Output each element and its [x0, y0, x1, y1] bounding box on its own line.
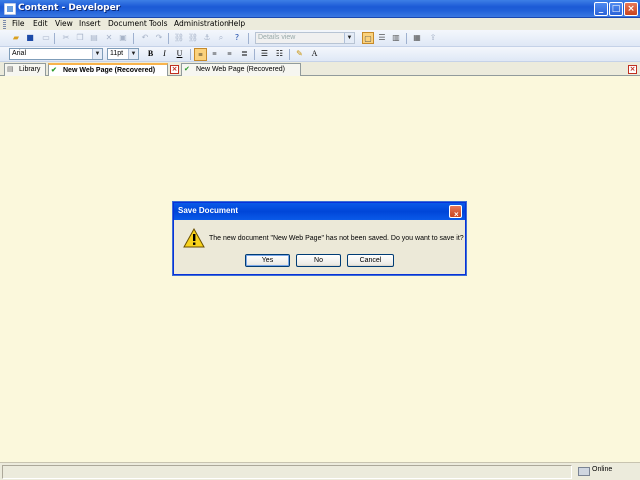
- standard-toolbar: ▰ ■ ▭ ✂ ❐ ▤ ✕ ▣ ↶ ↷ ⛓ ⛓ ⚓ ⌕ ? Details vi…: [0, 30, 640, 47]
- dialog-titlebar: Save Document ×: [174, 203, 465, 220]
- menu-administration[interactable]: Administration: [174, 19, 229, 28]
- copy-icon[interactable]: ❐: [74, 32, 86, 44]
- minimize-button[interactable]: _: [594, 2, 608, 16]
- menu-view[interactable]: View: [55, 19, 73, 28]
- align-center-icon[interactable]: ≡: [208, 48, 221, 61]
- cut-icon[interactable]: ✂: [60, 32, 72, 44]
- chevron-down-icon: ▼: [92, 49, 102, 59]
- toolbar-separator: [168, 33, 169, 44]
- close-icon: ×: [629, 65, 636, 73]
- dialog-close-button[interactable]: ×: [449, 205, 462, 219]
- toolbar-separator: [406, 33, 407, 44]
- font-size-combo[interactable]: 11pt ▼: [107, 48, 139, 60]
- align-left-icon[interactable]: ≡: [194, 48, 207, 61]
- window-title: Content - Developer: [18, 3, 121, 13]
- close-all-tabs-button[interactable]: ×: [628, 65, 637, 74]
- undo-icon[interactable]: ↶: [139, 32, 151, 44]
- document-tabs: ▤ Library ✔ New Web Page (Recovered) × ✔…: [0, 62, 640, 76]
- network-icon: [578, 467, 590, 476]
- save-icon[interactable]: ■: [24, 32, 36, 44]
- status-pane-main: [2, 465, 572, 479]
- highlight-icon[interactable]: ✎: [293, 48, 306, 61]
- toolbar-separator: [248, 33, 249, 44]
- maximize-icon: □: [611, 4, 621, 14]
- window-titlebar: Content - Developer _ □ ×: [0, 0, 640, 18]
- menu-file[interactable]: File: [12, 19, 25, 28]
- status-bar: Online: [0, 462, 640, 480]
- warning-icon: [183, 228, 205, 248]
- cancel-button[interactable]: Cancel: [347, 254, 394, 267]
- font-family-value: Arial: [12, 50, 27, 57]
- close-icon: ×: [454, 210, 459, 219]
- toolbar-separator: [190, 49, 191, 60]
- close-icon: ×: [171, 65, 178, 73]
- tab-new-web-page-2[interactable]: ✔ New Web Page (Recovered): [181, 63, 301, 76]
- view-mode-value: Details view: [258, 34, 296, 41]
- status-online: Online: [592, 466, 613, 473]
- tab-active-label: New Web Page (Recovered): [63, 67, 156, 74]
- dialog-title: Save Document: [178, 206, 239, 215]
- print-icon[interactable]: ▭: [40, 32, 52, 44]
- chevron-down-icon: ▼: [344, 33, 354, 43]
- unlink-icon[interactable]: ⛓: [187, 32, 199, 44]
- font-size-value: 11pt: [110, 50, 124, 57]
- view-mode-combo[interactable]: Details view ▼: [255, 32, 355, 44]
- italic-button[interactable]: I: [158, 48, 171, 61]
- clipboard-icon[interactable]: ▣: [117, 32, 129, 44]
- menu-grip: [3, 20, 6, 29]
- menu-edit[interactable]: Edit: [33, 19, 48, 28]
- yes-button[interactable]: Yes: [245, 254, 290, 267]
- chevron-down-icon: ▼: [128, 49, 138, 59]
- menu-help[interactable]: Help: [228, 19, 245, 28]
- font-color-icon[interactable]: A: [308, 48, 321, 61]
- underline-button[interactable]: U: [173, 48, 186, 61]
- redo-icon[interactable]: ↷: [153, 32, 165, 44]
- numbered-list-icon[interactable]: ☷: [273, 48, 286, 61]
- menu-document[interactable]: Document: [108, 19, 147, 28]
- close-icon: ×: [627, 4, 635, 14]
- menu-tools[interactable]: Tools: [149, 19, 167, 28]
- layout-page-icon[interactable]: ▢: [362, 32, 374, 44]
- help-icon[interactable]: ?: [231, 32, 243, 44]
- toolbar-separator: [133, 33, 134, 44]
- globe-check-icon: ✔: [51, 67, 57, 74]
- bullet-list-icon[interactable]: ☰: [258, 48, 271, 61]
- layout-columns-icon[interactable]: ▥: [390, 32, 402, 44]
- find-icon[interactable]: ⌕: [215, 32, 227, 44]
- globe-check-icon: ✔: [184, 66, 190, 73]
- layout-rows-icon[interactable]: ☰: [376, 32, 388, 44]
- app-icon: [4, 3, 16, 15]
- library-icon: ▤: [7, 66, 14, 73]
- tab-new-web-page-active[interactable]: ✔ New Web Page (Recovered): [48, 63, 168, 76]
- tab-library-label: Library: [19, 66, 41, 73]
- save-document-dialog: Save Document × The new document "New We…: [173, 202, 466, 275]
- font-family-combo[interactable]: Arial ▼: [9, 48, 103, 60]
- anchor-icon[interactable]: ⚓: [201, 32, 213, 44]
- minimize-icon: _: [598, 4, 604, 14]
- align-right-icon[interactable]: ≡: [223, 48, 236, 61]
- no-button[interactable]: No: [296, 254, 341, 267]
- align-justify-icon[interactable]: ≣: [238, 48, 251, 61]
- tab-library[interactable]: ▤ Library: [4, 63, 46, 76]
- close-button[interactable]: ×: [624, 2, 638, 16]
- link-icon[interactable]: ⛓: [173, 32, 185, 44]
- menu-bar: File Edit View Insert Document Tools Adm…: [0, 18, 640, 30]
- toolbar-separator: [54, 33, 55, 44]
- format-toolbar: Arial ▼ 11pt ▼ B I U ≡ ≡ ≡ ≣ ☰ ☷ ✎ A: [0, 47, 640, 62]
- menu-insert[interactable]: Insert: [79, 19, 101, 28]
- publish-icon[interactable]: ⇪: [427, 32, 439, 44]
- tab-second-label: New Web Page (Recovered): [196, 66, 285, 73]
- bold-button[interactable]: B: [144, 48, 157, 61]
- paste-icon[interactable]: ▤: [88, 32, 100, 44]
- properties-icon[interactable]: ▦: [411, 32, 423, 44]
- open-folder-icon[interactable]: ▰: [10, 32, 22, 44]
- dialog-message: The new document "New Web Page" has not …: [209, 235, 464, 242]
- toolbar-separator: [254, 49, 255, 60]
- toolbar-separator: [289, 49, 290, 60]
- maximize-button[interactable]: □: [609, 2, 623, 16]
- delete-icon[interactable]: ✕: [103, 32, 115, 44]
- close-tab-button[interactable]: ×: [170, 65, 179, 74]
